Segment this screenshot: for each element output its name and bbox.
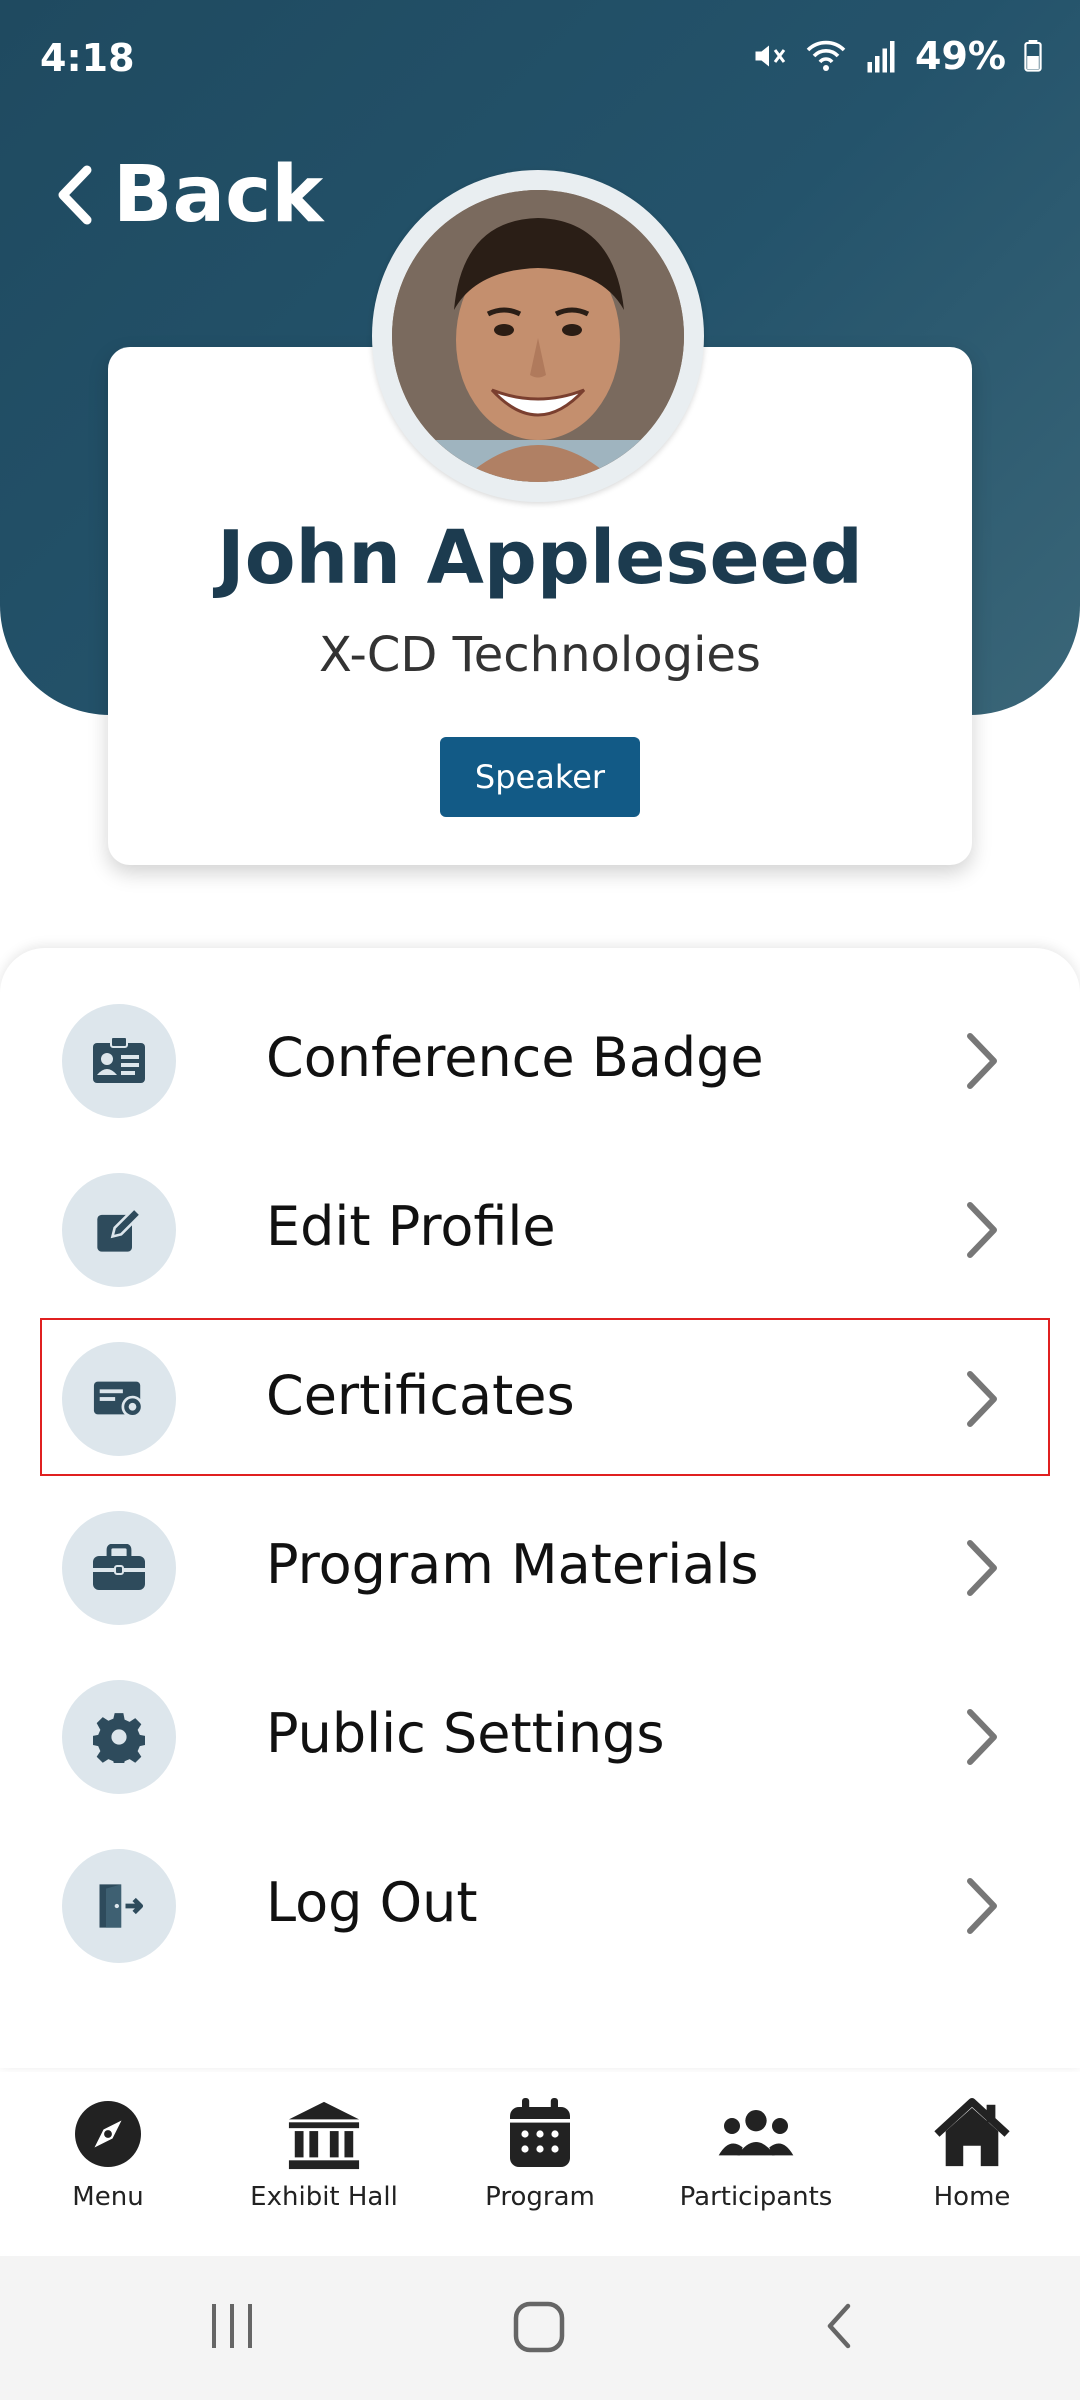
chevron-right-icon: [967, 1033, 997, 1089]
menu-icon-circle: [62, 1511, 176, 1625]
menu-item-public-settings[interactable]: Public Settings: [0, 1658, 1080, 1818]
menu-icon-circle: [62, 1849, 176, 1963]
compass-icon: [75, 2101, 141, 2167]
battery-percentage: 49%: [915, 34, 1006, 78]
nav-label: Menu: [72, 2182, 144, 2212]
avatar[interactable]: [392, 190, 684, 482]
home-icon: [934, 2098, 1010, 2167]
system-navigation-bar: [0, 2256, 1080, 2400]
battery-icon: [1024, 40, 1042, 72]
nav-item-home[interactable]: Home: [864, 2072, 1080, 2256]
logout-icon: [99, 1884, 144, 1928]
gear-icon: [93, 1713, 145, 1763]
nav-label: Exhibit Hall: [250, 2182, 398, 2212]
role-badge-button[interactable]: Speaker: [440, 737, 640, 817]
edit-icon: [97, 1206, 143, 1252]
chevron-right-icon: [967, 1878, 997, 1934]
building-icon: [288, 2101, 360, 2170]
chevron-right-icon: [967, 1540, 997, 1596]
wifi-icon: [806, 40, 846, 71]
certificate-icon: [93, 1381, 144, 1418]
avatar-frame: [372, 170, 704, 502]
avatar-photo: [392, 190, 684, 482]
mute-icon: [755, 45, 786, 67]
menu-item-label: Program Materials: [266, 1533, 759, 1596]
nav-item-exhibit-hall[interactable]: Exhibit Hall: [216, 2072, 432, 2256]
home-system-icon[interactable]: [510, 2296, 570, 2356]
menu-item-label: Log Out: [266, 1871, 478, 1934]
menu-item-certificates[interactable]: Certificates: [0, 1320, 1080, 1480]
status-time: 4:18: [40, 36, 135, 80]
menu-sheet: Conference Badge Edit Profile Certificat…: [0, 948, 1080, 2068]
briefcase-icon: [93, 1544, 145, 1590]
menu-item-label: Edit Profile: [266, 1195, 556, 1258]
nav-item-menu[interactable]: Menu: [0, 2072, 216, 2256]
nav-label: Home: [933, 2182, 1011, 2212]
nav-item-program[interactable]: Program: [432, 2072, 648, 2256]
id-badge-icon: [93, 1037, 145, 1083]
menu-item-edit-profile[interactable]: Edit Profile: [0, 1151, 1080, 1311]
people-icon: [718, 2110, 794, 2156]
profile-name: John Appleseed: [217, 515, 863, 601]
menu-item-label: Certificates: [266, 1364, 575, 1427]
back-button[interactable]: Back: [55, 150, 323, 240]
menu-icon-circle: [62, 1342, 176, 1456]
chevron-right-icon: [967, 1202, 997, 1258]
status-icons: 49%: [751, 34, 1042, 78]
nav-label: Program: [485, 2182, 595, 2212]
menu-item-log-out[interactable]: Log Out: [0, 1827, 1080, 1987]
menu-item-label: Conference Badge: [266, 1026, 764, 1089]
bottom-navigation: Menu Exhibit Hall Program Participants H…: [0, 2072, 1080, 2256]
signal-icon: [867, 41, 895, 73]
menu-icon-circle: [62, 1173, 176, 1287]
nav-label: Participants: [679, 2182, 833, 2212]
menu-icon-circle: [62, 1004, 176, 1118]
menu-item-label: Public Settings: [266, 1702, 665, 1765]
menu-item-conference-badge[interactable]: Conference Badge: [0, 982, 1080, 1142]
recent-apps-icon[interactable]: [208, 2296, 258, 2356]
status-bar: 4:18 49%: [0, 0, 1080, 120]
profile-company: X-CD Technologies: [319, 627, 761, 683]
chevron-left-icon: [58, 165, 92, 225]
back-label: Back: [113, 150, 324, 240]
nav-item-participants[interactable]: Participants: [648, 2072, 864, 2256]
chevron-right-icon: [967, 1371, 997, 1427]
menu-icon-circle: [62, 1680, 176, 1794]
menu-item-program-materials[interactable]: Program Materials: [0, 1489, 1080, 1649]
calendar-icon: [510, 2098, 570, 2167]
back-system-icon[interactable]: [818, 2296, 858, 2356]
chevron-right-icon: [967, 1709, 997, 1765]
